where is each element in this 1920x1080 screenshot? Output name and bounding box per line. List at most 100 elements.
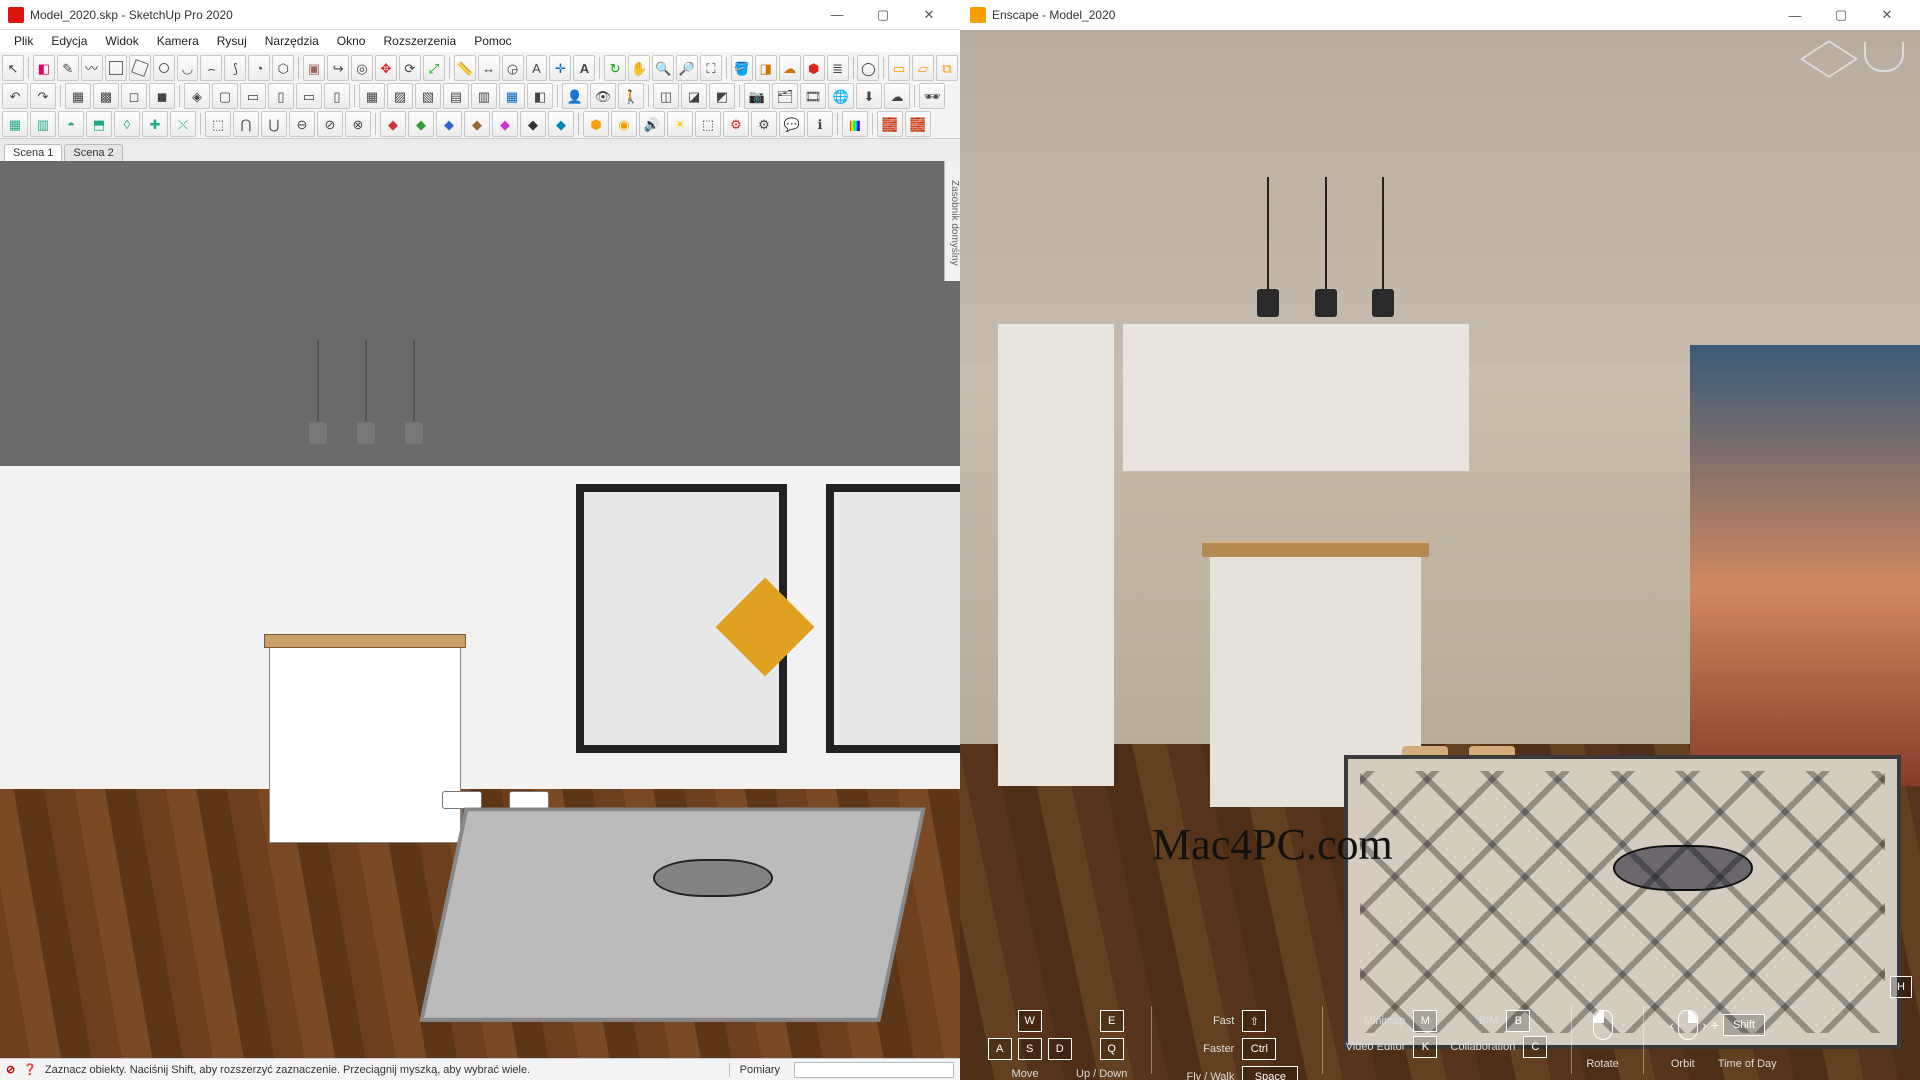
section-display-button[interactable]: ◫	[653, 83, 679, 109]
enscape-assets-button[interactable]: ⬢	[583, 111, 609, 137]
help-key[interactable]: H	[1890, 976, 1912, 998]
hide-button[interactable]: ◻	[121, 83, 147, 109]
key-w[interactable]: W	[1018, 1010, 1042, 1032]
solid-union-button[interactable]: ⋃	[261, 111, 287, 137]
sandbox-drape-button[interactable]: ◊	[114, 111, 140, 137]
solid-intersect-button[interactable]: ⋂	[233, 111, 259, 137]
menu-widok[interactable]: Widok	[97, 32, 146, 50]
key-a[interactable]: A	[988, 1038, 1012, 1060]
circle-tool[interactable]	[153, 55, 175, 81]
key-space[interactable]: Space	[1242, 1066, 1298, 1080]
menu-pomoc[interactable]: Pomoc	[466, 32, 519, 50]
make-component-button[interactable]: ▦	[65, 83, 91, 109]
close-button[interactable]: ✕	[1864, 0, 1910, 30]
2pt-arc-tool[interactable]: ⌢	[200, 55, 222, 81]
key-shift[interactable]: Shift	[1723, 1014, 1765, 1036]
style-palette-button[interactable]: ▆	[842, 111, 868, 137]
3d-text-tool[interactable]: A	[573, 55, 595, 81]
plugin-g-button[interactable]: ◆	[548, 111, 574, 137]
plugin-a-button[interactable]: ◆	[380, 111, 406, 137]
iso-view-button[interactable]: ◈	[184, 83, 210, 109]
sandbox-add-detail-button[interactable]: ✚	[142, 111, 168, 137]
status-help-icon[interactable]: ❓	[23, 1063, 37, 1076]
axes-tool[interactable]: ✛	[549, 55, 571, 81]
menu-plik[interactable]: Plik	[6, 32, 41, 50]
look-around-button[interactable]: 👁	[590, 83, 616, 109]
solid-subtract-button[interactable]: ⊖	[289, 111, 315, 137]
push-pull-tool[interactable]: ▣	[303, 55, 325, 81]
shaded-button[interactable]: ▥	[471, 83, 497, 109]
enscape-start-button[interactable]: ◯	[857, 55, 879, 81]
back-edges-button[interactable]: ▨	[387, 83, 413, 109]
scene-tab-1[interactable]: Scena 1	[4, 144, 62, 161]
redo-button[interactable]: ↷	[30, 83, 56, 109]
enscape-screenshot-button[interactable]: 📷	[744, 83, 770, 109]
status-alert-icon[interactable]: ⊘	[6, 1063, 15, 1076]
enscape-mono-button[interactable]: 🎞	[800, 83, 826, 109]
key-c[interactable]: C	[1523, 1036, 1547, 1058]
enscape-about-button[interactable]: ℹ	[807, 111, 833, 137]
key-q[interactable]: Q	[1100, 1038, 1124, 1060]
offset-tool[interactable]: ◎	[351, 55, 373, 81]
enscape-sync-button[interactable]: ▱	[912, 55, 934, 81]
pan-tool[interactable]: ✋	[628, 55, 650, 81]
enscape-general-button[interactable]: ⚙	[751, 111, 777, 137]
back-view-button[interactable]: ▭	[296, 83, 322, 109]
scale-tool[interactable]: ⤢	[423, 55, 445, 81]
left-view-button[interactable]: ▯	[324, 83, 350, 109]
enscape-views-button[interactable]: ⧉	[936, 55, 958, 81]
zoom-window-tool[interactable]: 🔎	[676, 55, 698, 81]
menu-rysuj[interactable]: Rysuj	[209, 32, 255, 50]
3pt-arc-tool[interactable]: ⟆	[224, 55, 246, 81]
enscape-pano-button[interactable]: 🌐	[828, 83, 854, 109]
hidden-line-button[interactable]: ▤	[443, 83, 469, 109]
paint-bucket-tool[interactable]: 🪣	[731, 55, 753, 81]
close-button[interactable]: ✕	[906, 0, 952, 30]
protractor-tool[interactable]: ◶	[502, 55, 524, 81]
measurements-input[interactable]	[794, 1062, 954, 1078]
plugin-e-button[interactable]: ◆	[492, 111, 518, 137]
enscape-viewport[interactable]: Mac4PC.com H W E A	[960, 30, 1920, 1080]
enscape-light-button[interactable]: ☀	[667, 111, 693, 137]
menu-okno[interactable]: Okno	[329, 32, 374, 50]
plugin-c-button[interactable]: ◆	[436, 111, 462, 137]
sandbox-from-contours-button[interactable]: ▦	[2, 111, 28, 137]
enscape-settings-button[interactable]: ⚙	[723, 111, 749, 137]
menu-rozszerzenia[interactable]: Rozszerzenia	[375, 32, 464, 50]
make-group-button[interactable]: ▩	[93, 83, 119, 109]
follow-me-tool[interactable]: ↪	[327, 55, 349, 81]
menu-kamera[interactable]: Kamera	[149, 32, 207, 50]
menu-narzedzia[interactable]: Narzędzia	[257, 32, 327, 50]
default-tray-tab[interactable]: Zasobnik domyślny	[944, 161, 960, 281]
brick-plugin-button[interactable]: 🧱	[877, 111, 903, 137]
sketchup-viewport[interactable]: Zasobnik domyślny	[0, 161, 960, 1058]
solid-outer-shell-button[interactable]: ⬚	[205, 111, 231, 137]
rotate-tool[interactable]: ⟳	[399, 55, 421, 81]
enscape-web-button[interactable]: ☁	[884, 83, 910, 109]
text-tool[interactable]: A	[526, 55, 548, 81]
position-camera-button[interactable]: 👤	[562, 83, 588, 109]
enscape-materials-button[interactable]: ◉	[611, 111, 637, 137]
enscape-exe-button[interactable]: ⬇	[856, 83, 882, 109]
plugin-b-button[interactable]: ◆	[408, 111, 434, 137]
monochrome-button[interactable]: ◧	[527, 83, 553, 109]
pie-tool[interactable]: ◔	[248, 55, 270, 81]
sandbox-flip-edge-button[interactable]: ⤬	[170, 111, 196, 137]
sandbox-smoove-button[interactable]: ◓	[58, 111, 84, 137]
enscape-feedback-button[interactable]: 💬	[779, 111, 805, 137]
walk-button[interactable]: 🚶	[618, 83, 644, 109]
solid-trim-button[interactable]: ⊘	[317, 111, 343, 137]
enscape-sound-button[interactable]: 🔊	[639, 111, 665, 137]
undo-button[interactable]: ↶	[2, 83, 28, 109]
line-tool[interactable]: ✎	[57, 55, 79, 81]
xray-button[interactable]: ▦	[359, 83, 385, 109]
right-view-button[interactable]: ▯	[268, 83, 294, 109]
enscape-proxy-button[interactable]: ⬚	[695, 111, 721, 137]
unhide-button[interactable]: ◼	[149, 83, 175, 109]
eraser-tool[interactable]: ◧	[33, 55, 55, 81]
brick-plugin-2-button[interactable]: 🧱	[905, 111, 931, 137]
tape-measure-tool[interactable]: 📏	[454, 55, 476, 81]
layers-tool[interactable]: ≣	[827, 55, 849, 81]
maximize-button[interactable]: ▢	[860, 0, 906, 30]
rectangle-tool[interactable]	[105, 55, 127, 81]
